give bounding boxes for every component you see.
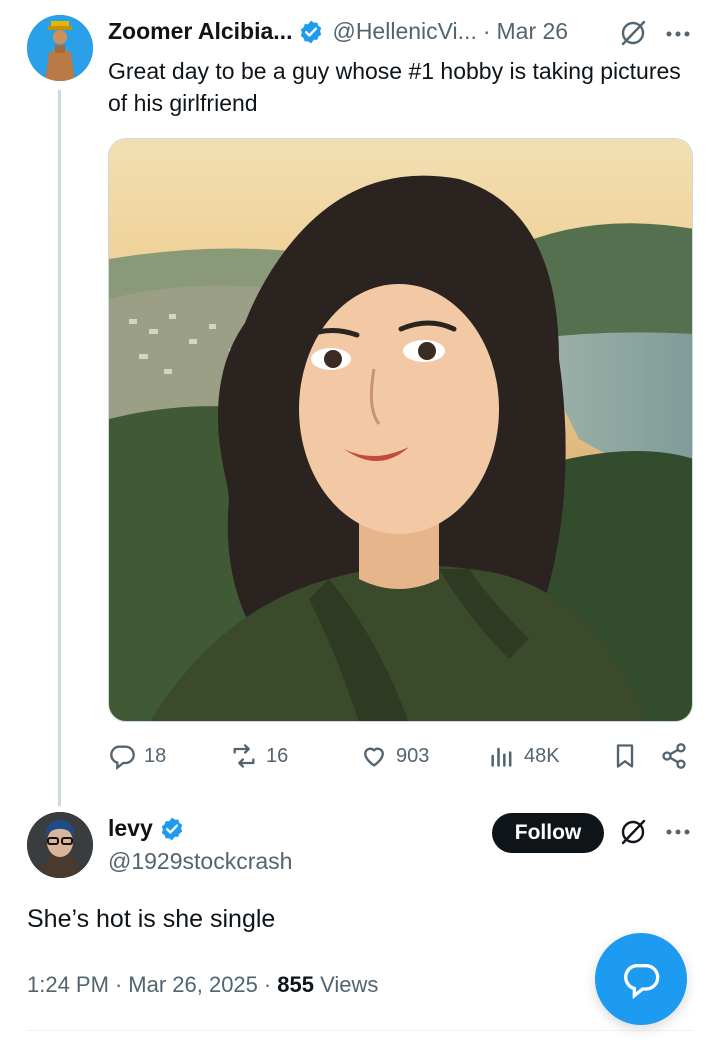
- grok-icon[interactable]: [618, 817, 648, 847]
- avatar[interactable]: [27, 812, 93, 878]
- grok-icon[interactable]: [618, 18, 648, 48]
- repost-count: 16: [266, 744, 289, 767]
- reply-text: She’s hot is she single: [27, 905, 276, 933]
- reply-handle-row: @1929stockcrash: [108, 848, 292, 875]
- views-button[interactable]: 48K: [488, 742, 560, 770]
- reply-author-name[interactable]: levy: [108, 815, 153, 842]
- reply-time[interactable]: 1:24 PM: [27, 972, 109, 998]
- repost-icon: [233, 744, 255, 768]
- reply-author-handle[interactable]: @1929stockcrash: [108, 848, 292, 875]
- verified-badge-icon: [298, 19, 324, 45]
- reply-icon: [110, 745, 135, 770]
- share-button[interactable]: [660, 742, 688, 770]
- post-date[interactable]: Mar 26: [497, 18, 569, 45]
- like-icon: [364, 747, 384, 767]
- reply-compose-button[interactable]: [595, 933, 687, 1025]
- views-count: 48K: [524, 744, 560, 767]
- thread-connector-line: [58, 90, 61, 806]
- avatar[interactable]: [27, 15, 93, 81]
- reply-views-label: Views: [320, 972, 379, 997]
- reply-header: levy: [108, 815, 193, 842]
- post-text: Great day to be a guy whose #1 hobby is …: [108, 58, 681, 116]
- post-header: Zoomer Alcibia... @HellenicVi... · Mar 2…: [108, 18, 568, 45]
- author-name[interactable]: Zoomer Alcibia...: [108, 18, 292, 45]
- divider: [27, 1030, 693, 1031]
- reply-button[interactable]: 18: [108, 742, 166, 770]
- views-icon: [491, 747, 512, 767]
- bookmark-button[interactable]: [611, 742, 639, 770]
- reply-metadata: 1:24 PM · Mar 26, 2025 · 855 Views: [27, 972, 378, 998]
- reply-date[interactable]: Mar 26, 2025: [128, 972, 258, 998]
- repost-button[interactable]: 16: [230, 742, 288, 770]
- like-button[interactable]: 903: [360, 742, 429, 770]
- more-icon[interactable]: [664, 820, 692, 844]
- bookmark-icon: [616, 744, 634, 768]
- more-icon[interactable]: [664, 22, 692, 46]
- share-icon: [662, 743, 686, 769]
- follow-button[interactable]: Follow: [492, 813, 604, 853]
- dot-separator: ·: [482, 18, 491, 44]
- reply-views-count: 855: [277, 972, 314, 997]
- post-action-bar: 18 16 903 48K: [108, 742, 693, 778]
- like-count: 903: [396, 744, 430, 767]
- reply-compose-icon: [624, 964, 660, 999]
- post-image[interactable]: [108, 138, 693, 722]
- dot-separator: ·: [114, 972, 123, 997]
- reply-count: 18: [144, 744, 167, 767]
- verified-badge-icon: [159, 816, 185, 842]
- dot-separator: ·: [263, 972, 272, 997]
- author-handle[interactable]: @HellenicVi...: [332, 18, 476, 45]
